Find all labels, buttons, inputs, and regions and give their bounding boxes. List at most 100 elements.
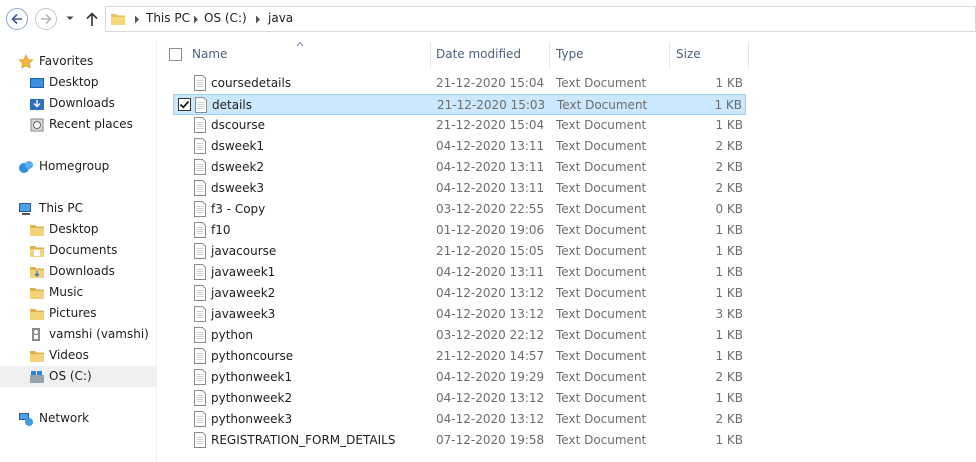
text-document-icon [194, 390, 206, 406]
nav-pc-desktop[interactable]: Desktop [0, 219, 156, 240]
file-date-modified: 04-12-2020 13:11 [436, 181, 545, 195]
row-checkbox[interactable] [177, 433, 190, 446]
file-list: Name Date modified Type Size coursedetai… [157, 40, 976, 462]
up-button[interactable] [84, 10, 100, 28]
row-checkbox[interactable] [177, 265, 190, 278]
nav-pc-os-c[interactable]: OS (C:) [0, 366, 156, 387]
chevron-right-icon[interactable] [254, 15, 262, 24]
nav-label: Downloads [49, 96, 115, 110]
file-row[interactable]: pythonweek2 04-12-2020 13:12 Text Document… [173, 388, 746, 409]
row-checkbox[interactable] [177, 244, 190, 257]
row-checkbox[interactable] [177, 307, 190, 320]
nav-homegroup[interactable]: Homegroup [0, 156, 156, 177]
row-checkbox[interactable] [177, 181, 190, 194]
file-row[interactable]: pythonweek1 04-12-2020 19:29 Text Document… [173, 367, 746, 388]
file-size: 2 KB [715, 160, 743, 174]
file-type: Text Document [556, 181, 647, 195]
column-divider[interactable] [430, 42, 431, 68]
file-name: javaweek3 [211, 307, 276, 321]
row-checkbox[interactable] [177, 349, 190, 362]
row-checkbox[interactable] [177, 391, 190, 404]
nav-network[interactable]: Network [0, 408, 156, 429]
recent-locations-button[interactable] [64, 12, 76, 24]
nav-fav-downloads[interactable]: Downloads [0, 93, 156, 114]
file-date-modified: 21-12-2020 15:04 [436, 76, 545, 90]
file-type: Text Document [556, 118, 647, 132]
column-type[interactable]: Type [556, 47, 584, 61]
breadcrumb-os-c[interactable]: OS (C:) [204, 11, 247, 25]
nav-pc-pictures[interactable]: Pictures [0, 303, 156, 324]
file-date-modified: 21-12-2020 15:04 [436, 118, 545, 132]
breadcrumb-java[interactable]: java [268, 11, 293, 25]
file-type: Text Document [556, 370, 647, 384]
nav-label: Recent places [49, 117, 133, 131]
nav-pc-documents[interactable]: Documents [0, 240, 156, 261]
row-checkbox[interactable] [177, 160, 190, 173]
file-row[interactable]: dscourse 21-12-2020 15:04 Text Document 1 K… [173, 115, 746, 136]
file-row[interactable]: pythonweek3 04-12-2020 13:12 Text Document… [173, 409, 746, 430]
nav-pc-videos[interactable]: Videos [0, 345, 156, 366]
row-checkbox[interactable] [177, 370, 190, 383]
row-checkbox[interactable] [177, 412, 190, 425]
file-row[interactable]: javacourse 21-12-2020 15:05 Text Document 1… [173, 241, 746, 262]
row-checkbox[interactable] [177, 286, 190, 299]
file-size: 1 KB [715, 244, 743, 258]
breadcrumb-this-pc[interactable]: This PC [146, 11, 190, 25]
file-row[interactable]: coursedetails 21-12-2020 15:04 Text Docume… [173, 73, 746, 94]
forward-button[interactable] [35, 8, 57, 30]
folder-icon [30, 267, 44, 278]
file-size: 2 KB [715, 181, 743, 195]
column-size[interactable]: Size [676, 47, 701, 61]
column-name[interactable]: Name [192, 47, 227, 61]
file-row[interactable]: pythoncourse 21-12-2020 14:57 Text Documen… [173, 346, 746, 367]
nav-pc-music[interactable]: Music [0, 282, 156, 303]
column-divider[interactable] [748, 42, 749, 68]
nav-fav-recent-places[interactable]: Recent places [0, 114, 156, 135]
file-row[interactable]: dsweek2 04-12-2020 13:11 Text Document 2 KB [173, 157, 746, 178]
nav-favorites[interactable]: Favorites [0, 51, 156, 72]
file-row[interactable]: dsweek3 04-12-2020 13:11 Text Document 2 KB [173, 178, 746, 199]
file-row[interactable]: javaweek2 04-12-2020 13:12 Text Document 1 … [173, 283, 746, 304]
row-checkbox[interactable] [178, 98, 191, 111]
nav-this-pc[interactable]: This PC [0, 198, 156, 219]
file-name: pythoncourse [211, 349, 294, 363]
folder-icon [30, 351, 44, 362]
file-row[interactable]: javaweek1 04-12-2020 13:11 Text Document 1 … [173, 262, 746, 283]
navigation-bar: This PC OS (C:) java [0, 0, 976, 40]
back-button[interactable] [6, 8, 28, 30]
file-row[interactable]: f10 01-12-2020 19:06 Text Document 1 KB [173, 220, 746, 241]
file-size: 1 KB [715, 265, 743, 279]
row-checkbox[interactable] [177, 202, 190, 215]
column-divider[interactable] [669, 42, 670, 68]
select-all-checkbox[interactable] [169, 48, 182, 61]
chevron-right-icon[interactable] [192, 15, 200, 24]
row-checkbox[interactable] [177, 139, 190, 152]
text-document-icon [194, 201, 206, 217]
nav-label: Videos [49, 348, 89, 362]
file-name: dscourse [211, 118, 265, 132]
nav-fav-desktop[interactable]: Desktop [0, 72, 156, 93]
chevron-right-icon [135, 15, 139, 24]
file-date-modified: 04-12-2020 13:12 [436, 307, 545, 321]
nav-pc-user-folder[interactable]: vamshi (vamshi) [0, 324, 156, 345]
file-row[interactable]: python 03-12-2020 22:12 Text Document 1 KB [173, 325, 746, 346]
address-bar[interactable]: This PC OS (C:) java [105, 6, 976, 32]
row-checkbox[interactable] [177, 118, 190, 131]
file-size: 2 KB [715, 139, 743, 153]
file-name: javaweek2 [211, 286, 276, 300]
text-document-icon [194, 264, 206, 280]
row-checkbox[interactable] [177, 76, 190, 89]
file-row[interactable]: dsweek1 04-12-2020 13:11 Text Document 2 KB [173, 136, 746, 157]
file-row[interactable]: details 21-12-2020 15:03 Text Document 1 KB [173, 94, 746, 115]
column-date-modified[interactable]: Date modified [436, 47, 521, 61]
row-checkbox[interactable] [177, 328, 190, 341]
file-row[interactable]: javaweek3 04-12-2020 13:12 Text Document 3 … [173, 304, 746, 325]
file-row[interactable]: REGISTRATION_FORM_DETAILS 07-12-2020 19:5… [173, 430, 746, 451]
nav-pc-downloads[interactable]: Downloads [0, 261, 156, 282]
nav-label: vamshi (vamshi) [49, 327, 149, 341]
file-row[interactable]: f3 - Copy 03-12-2020 22:55 Text Document 0 … [173, 199, 746, 220]
column-divider[interactable] [549, 42, 550, 68]
file-name: pythonweek3 [211, 412, 293, 426]
file-name: details [212, 98, 252, 112]
row-checkbox[interactable] [177, 223, 190, 236]
